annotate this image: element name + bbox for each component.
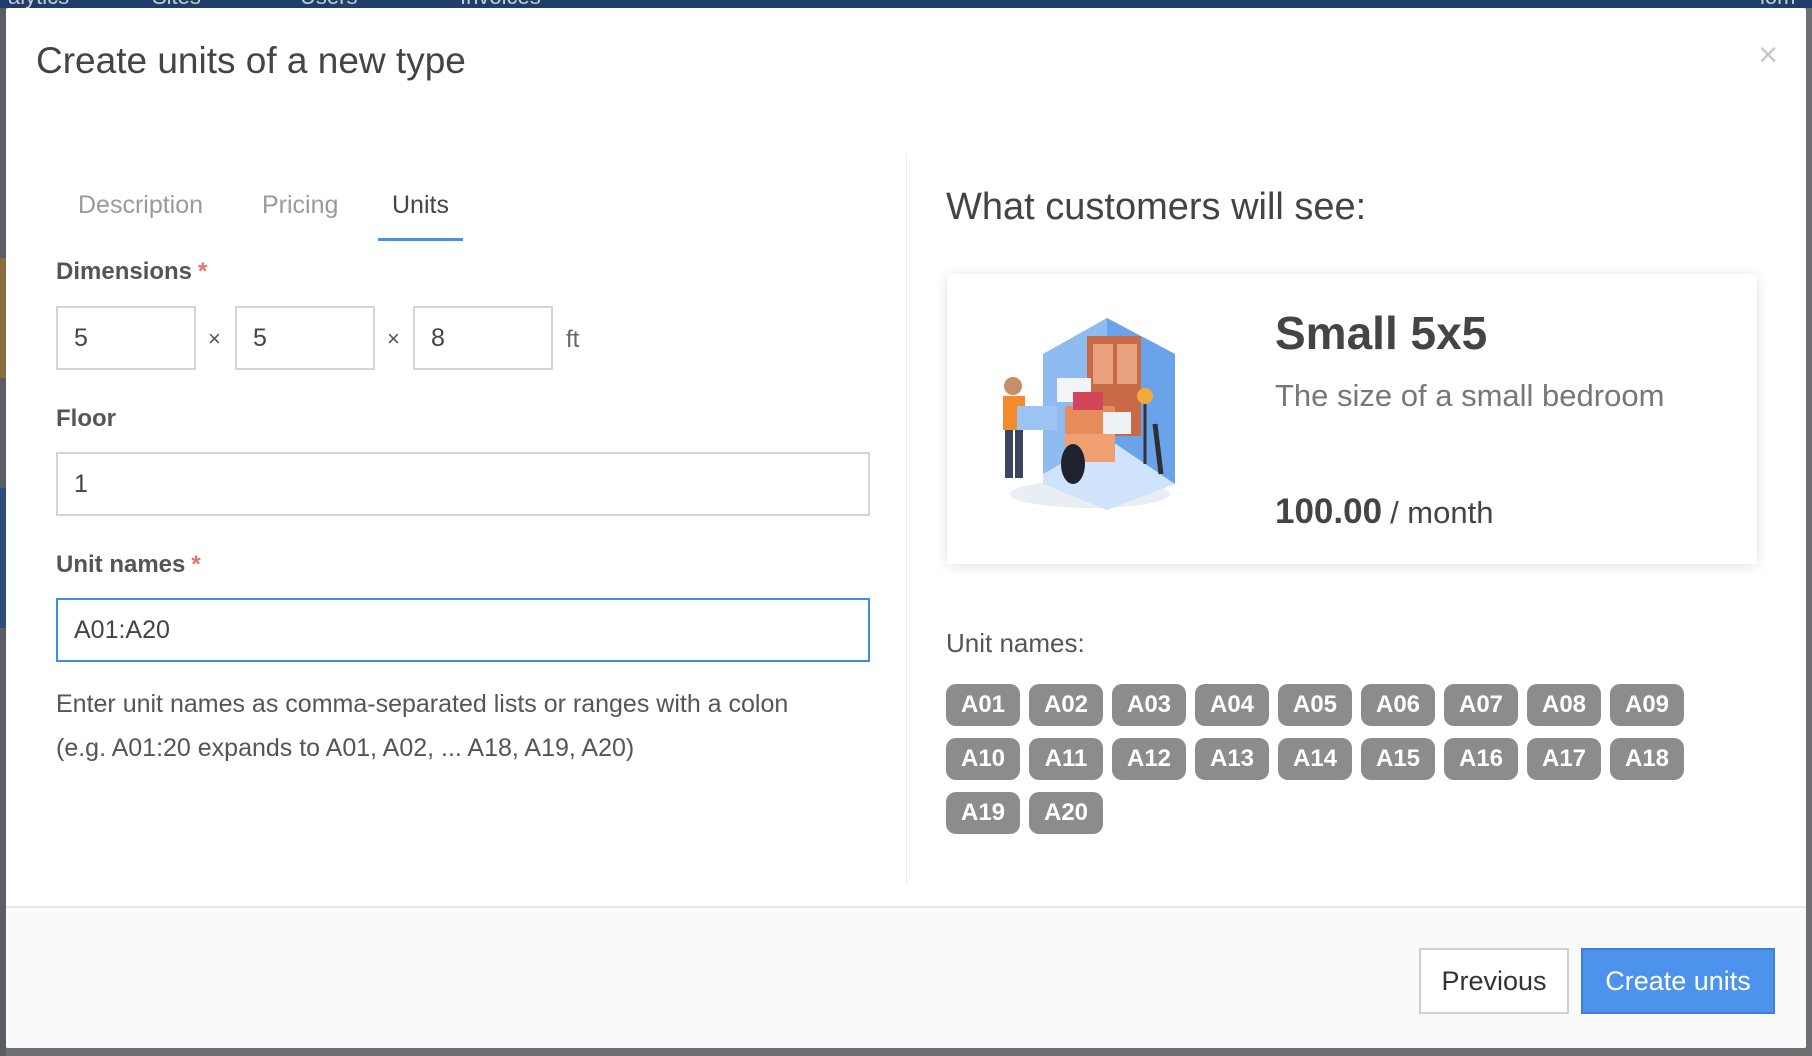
floor-input[interactable]	[56, 452, 870, 516]
unit-name-chip: A20	[1029, 792, 1103, 834]
unit-name-chip: A12	[1112, 738, 1186, 780]
unit-name-chip: A09	[1610, 684, 1684, 726]
unit-name-chip: A15	[1361, 738, 1435, 780]
modal-title: Create units of a new type	[36, 40, 466, 81]
unit-name-chip: A07	[1444, 684, 1518, 726]
help-line: (e.g. A01:20 expands to A01, A02, ... A1…	[56, 734, 635, 762]
price-period: / month	[1390, 495, 1494, 530]
unit-name-chip: A05	[1278, 684, 1352, 726]
unit-names-preview-label: Unit names:	[946, 628, 1085, 658]
previous-button[interactable]: Previous	[1419, 948, 1569, 1014]
unit-name-chip: A19	[946, 792, 1020, 834]
price-amount: 100.00	[1275, 492, 1383, 531]
dimension-height-input[interactable]	[413, 306, 553, 370]
unit-type-description: The size of a small bedroom	[1275, 378, 1665, 413]
unit-name-chip: A17	[1527, 738, 1601, 780]
close-icon[interactable]: ×	[1758, 38, 1778, 72]
unit-name-chip: A03	[1112, 684, 1186, 726]
unit-name-chip: A10	[946, 738, 1020, 780]
unit-name-chip: A06	[1361, 684, 1435, 726]
floor-label: Floor	[56, 405, 116, 432]
unit-names-label-text: Unit names	[56, 551, 186, 578]
tab-description[interactable]: Description	[78, 191, 203, 238]
tab-pricing[interactable]: Pricing	[262, 191, 338, 238]
unit-names-input[interactable]	[56, 598, 870, 662]
unit-name-chip: A16	[1444, 738, 1518, 780]
unit-type-price: 100.00/ month	[1275, 492, 1493, 532]
unit-name-chip: A13	[1195, 738, 1269, 780]
tab-units[interactable]: Units	[378, 191, 463, 241]
preview-title: What customers will see:	[946, 186, 1367, 228]
create-units-modal: Create units of a new type × Description…	[6, 8, 1806, 1048]
unit-name-chip: A18	[1610, 738, 1684, 780]
background-nav: alytics Sites Users Invoices iom	[0, 0, 1812, 9]
times-symbol: ×	[387, 326, 400, 351]
required-mark: *	[198, 258, 208, 285]
unit-names-help: Enter unit names as comma-separated list…	[56, 682, 876, 770]
create-units-button[interactable]: Create units	[1581, 948, 1775, 1014]
unit-type-name: Small 5x5	[1275, 307, 1488, 359]
dimension-unit: ft	[566, 326, 580, 353]
column-divider	[906, 154, 907, 884]
unit-name-chip: A14	[1278, 738, 1352, 780]
times-symbol: ×	[208, 326, 221, 351]
unit-names-label: Unit names *	[56, 551, 201, 579]
dimensions-label-text: Dimensions	[56, 258, 193, 285]
dimension-width-input[interactable]	[235, 306, 375, 370]
unit-name-chip: A11	[1029, 738, 1103, 780]
unit-name-chip: A04	[1195, 684, 1269, 726]
modal-footer: Previous Create units	[6, 906, 1806, 1048]
help-line: Enter unit names as comma-separated list…	[56, 690, 789, 718]
unit-name-chip: A08	[1527, 684, 1601, 726]
unit-name-chip: A01	[946, 684, 1020, 726]
dimension-length-input[interactable]	[56, 306, 196, 370]
unit-type-card: Small 5x5 The size of a small bedroom 10…	[947, 274, 1757, 564]
required-mark: *	[191, 551, 201, 578]
tab-bar: Description Pricing Units	[56, 183, 870, 245]
unit-name-chip: A02	[1029, 684, 1103, 726]
storage-unit-illustration	[1003, 318, 1175, 510]
dimensions-label: Dimensions *	[56, 258, 207, 286]
